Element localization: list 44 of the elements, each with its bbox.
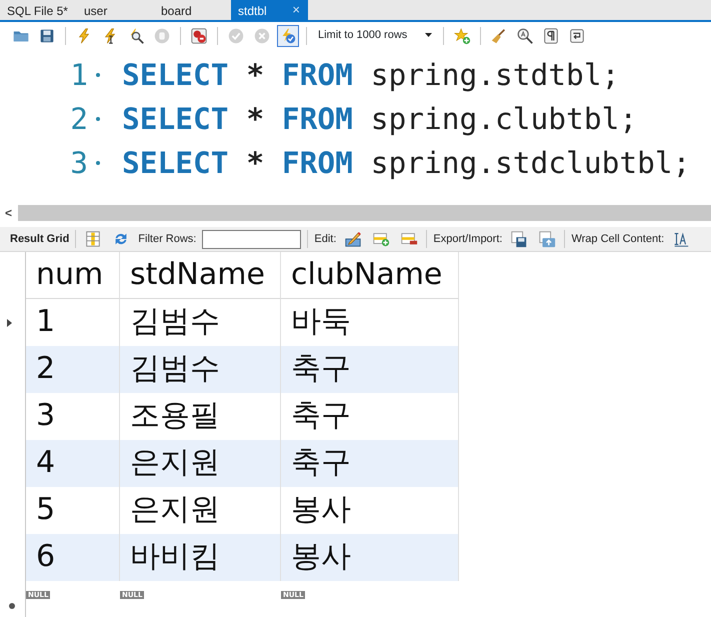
current-row-marker-icon bbox=[7, 319, 12, 327]
table-cell: 봉사 bbox=[281, 534, 459, 581]
tab[interactable]: stdtbl × bbox=[231, 0, 308, 20]
caret-icon bbox=[425, 33, 432, 37]
fold-marker-icon bbox=[96, 161, 100, 165]
line-number: 2 bbox=[69, 100, 88, 138]
line-number: 3 bbox=[69, 144, 88, 182]
import-icon bbox=[538, 229, 556, 249]
find-text-icon bbox=[516, 26, 534, 46]
table-cell: 은지원 bbox=[120, 440, 281, 487]
scroll-left-button[interactable]: < bbox=[0, 205, 18, 221]
toolbar-label: Edit: bbox=[314, 232, 336, 247]
star-add-icon bbox=[453, 26, 471, 46]
filter-field[interactable] bbox=[202, 230, 302, 248]
code-line: SELECT * FROM spring.stdtbl; bbox=[122, 56, 620, 94]
tab[interactable]: user bbox=[77, 0, 154, 20]
table-cell: 바비킴 bbox=[120, 534, 281, 581]
table-cell: 축구 bbox=[281, 346, 459, 393]
tab[interactable]: board bbox=[154, 0, 231, 20]
column-header[interactable]: num bbox=[26, 252, 120, 299]
scrollbar-track[interactable] bbox=[18, 205, 711, 221]
toolbar-label: Filter Rows: bbox=[138, 232, 196, 247]
toolbar-label: Export/Import: bbox=[433, 232, 502, 247]
stop-icon bbox=[190, 26, 208, 46]
column-header[interactable]: clubName bbox=[281, 252, 459, 299]
table-cell: 6 bbox=[26, 534, 120, 581]
column-header[interactable]: stdName bbox=[120, 252, 281, 299]
toolbar-label: Wrap Cell Content: bbox=[571, 232, 664, 247]
new-row-marker-icon bbox=[9, 603, 15, 609]
fold-marker-icon bbox=[96, 117, 100, 121]
table-cell: 2 bbox=[26, 346, 120, 393]
close-button[interactable]: × bbox=[292, 2, 300, 18]
export-icon bbox=[510, 229, 528, 249]
columns-icon bbox=[84, 229, 102, 249]
table-cell: 김범수 bbox=[120, 346, 281, 393]
code-line: SELECT * FROM spring.stdclubtbl; bbox=[122, 144, 690, 182]
table-cell: 4 bbox=[26, 440, 120, 487]
line-number: 1 bbox=[69, 56, 88, 94]
table-cell: 축구 bbox=[281, 440, 459, 487]
pilcrow-icon bbox=[542, 26, 560, 46]
fold-marker-icon bbox=[96, 73, 100, 77]
code-line: SELECT * FROM spring.clubtbl; bbox=[122, 100, 638, 138]
toolbar-label: Result Grid bbox=[10, 232, 70, 247]
tab[interactable]: SQL File 5* bbox=[0, 0, 77, 20]
